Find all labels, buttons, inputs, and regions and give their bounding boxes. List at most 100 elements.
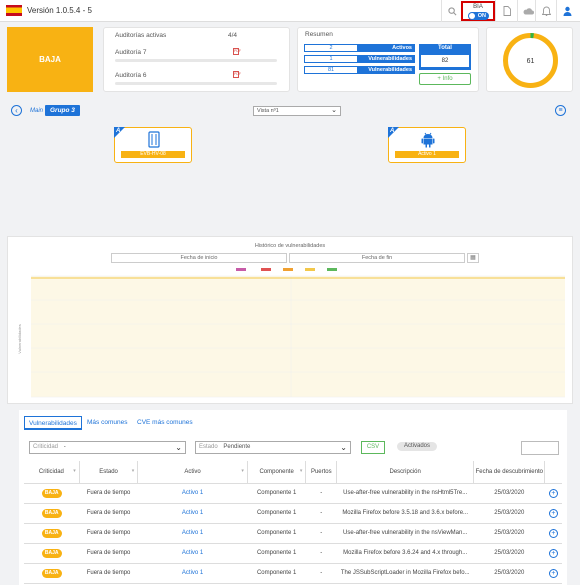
tab-vulnerabilities[interactable]: Vulnerabilidades xyxy=(24,416,82,430)
spain-flag-icon[interactable] xyxy=(6,5,22,16)
status-cell: Fuera de tiempo xyxy=(79,483,138,504)
back-arrow-icon[interactable]: ‹ xyxy=(11,105,22,116)
date-cell: 25/03/2020 xyxy=(473,543,545,564)
date-cell: 25/03/2020 xyxy=(473,563,545,584)
total-label: Total xyxy=(438,45,452,51)
column-header[interactable]: Criticidad ▾ xyxy=(24,461,80,484)
legend-swatch xyxy=(305,268,315,271)
start-date-field[interactable]: Fecha de inicio xyxy=(111,253,287,263)
total-value: 82 xyxy=(421,55,469,67)
expand-plus-icon[interactable]: + xyxy=(548,528,558,538)
activated-chip[interactable]: Activados xyxy=(397,442,437,451)
expand-plus-icon[interactable]: + xyxy=(548,548,558,558)
search-icon[interactable] xyxy=(441,0,463,22)
summary-row: 1 Vulnerabilidades xyxy=(304,55,415,63)
table-row[interactable]: BAJA Fuera de tiempo Activo 1 Componente… xyxy=(24,523,562,544)
active-audits-title: Auditorías activas xyxy=(115,32,167,39)
summary-title: Resumen xyxy=(305,31,333,38)
y-axis-label: Vulnerabilidades xyxy=(17,324,22,353)
status-cell: Fuera de tiempo xyxy=(79,543,138,564)
table-search-input[interactable] xyxy=(521,441,559,455)
audit-progress-bar xyxy=(115,82,277,85)
expand-plus-icon[interactable]: + xyxy=(548,568,558,578)
table-row[interactable]: BAJA Fuera de tiempo Activo 1 Componente… xyxy=(24,503,562,524)
bia-toggle-switch[interactable]: ON xyxy=(468,12,489,20)
column-header[interactable]: Descripción xyxy=(336,461,475,484)
table-row[interactable]: BAJA Fuera de tiempo Activo 1 Componente… xyxy=(24,483,562,504)
criticality-filter[interactable]: Criticidad - ⌄ xyxy=(29,441,186,454)
description-cell: Use-after-free vulnerability in the nsHt… xyxy=(336,483,474,504)
menu-icon[interactable]: ≡ xyxy=(555,105,566,116)
column-header[interactable]: Puertos xyxy=(305,461,338,484)
history-chart: Vulnerabilidades xyxy=(17,268,565,398)
asset-link[interactable]: Activo 1 xyxy=(182,510,203,516)
column-header[interactable]: Estado ▾ xyxy=(79,461,139,484)
status-filter-value: Pendiente xyxy=(223,444,251,450)
table-row[interactable]: BAJA Fuera de tiempo Activo 1 Componente… xyxy=(24,543,562,564)
view-select[interactable]: Vista nº1 ⌄ xyxy=(253,106,341,116)
calendar-icon[interactable]: ▦ xyxy=(467,253,479,263)
document-icon[interactable] xyxy=(495,0,517,22)
date-cell: 25/03/2020 xyxy=(473,503,545,524)
chart-plot-area xyxy=(31,276,565,397)
info-button[interactable]: + Info xyxy=(419,73,471,85)
asset-name: EVB-HV-08 xyxy=(121,151,185,158)
chevron-down-icon: ⌄ xyxy=(331,107,337,114)
asset-badge: A xyxy=(114,127,125,138)
summary-row-label: Vulnerabilidades xyxy=(368,67,412,73)
bia-toggle-box[interactable]: BIA ON xyxy=(461,1,495,21)
asset-link[interactable]: Activo 1 xyxy=(182,570,203,576)
end-date-field[interactable]: Fecha de fin xyxy=(289,253,465,263)
table-row[interactable]: BAJA Fuera de tiempo Activo 1 Componente… xyxy=(24,563,562,584)
audit-item-label[interactable]: Auditoría 7 xyxy=(115,49,146,56)
chart-legend xyxy=(236,268,337,271)
pdf-icon[interactable]: PDF xyxy=(233,71,241,78)
component-cell: Componente 1 xyxy=(247,523,306,544)
column-header[interactable]: Componente ▾ xyxy=(247,461,307,484)
description-cell: Mozilla Firefox before 3.6.24 and 4.x th… xyxy=(336,543,474,564)
summary-row-label: Activos xyxy=(392,45,412,51)
summary-row: 2 Activos xyxy=(304,44,415,52)
asset-link[interactable]: Activo 1 xyxy=(182,530,203,536)
tab-most-common[interactable]: Más comunes xyxy=(87,416,127,430)
user-icon[interactable] xyxy=(556,0,578,22)
active-audits-count: 4/4 xyxy=(228,32,238,39)
pdf-icon[interactable]: PDF xyxy=(233,48,241,55)
component-cell: Componente 1 xyxy=(247,563,306,584)
expand-plus-icon[interactable]: + xyxy=(548,508,558,518)
breadcrumb-group[interactable]: Grupo 3 xyxy=(45,105,80,116)
server-icon xyxy=(146,131,162,148)
ports-cell: - xyxy=(305,563,337,584)
status-filter[interactable]: Estado Pendiente ⌄ xyxy=(195,441,351,454)
asset-badge: A xyxy=(388,127,399,138)
status-cell: Fuera de tiempo xyxy=(79,503,138,524)
score-gauge: 61 xyxy=(503,33,558,88)
expand-plus-icon[interactable]: + xyxy=(548,488,558,498)
breadcrumb-main[interactable]: Main xyxy=(30,108,43,114)
date-cell: 25/03/2020 xyxy=(473,523,545,544)
criticality-badge: BAJA xyxy=(41,508,62,518)
component-cell: Componente 1 xyxy=(247,483,306,504)
legend-swatch xyxy=(327,268,337,271)
chevron-down-icon: ⌄ xyxy=(175,443,182,452)
criticality-badge: BAJA xyxy=(41,488,62,498)
description-cell: Mozilla Firefox before 3.5.18 and 3.6.x … xyxy=(336,503,474,524)
table-header-row: Criticidad ▾ Estado ▾ Activo ▾ Componente ▾ … xyxy=(24,461,562,484)
csv-button[interactable]: CSV xyxy=(361,441,385,454)
summary-row: 81 Vulnerabilidades xyxy=(304,66,415,74)
bell-icon[interactable] xyxy=(535,0,557,22)
description-cell: Use-after-free vulnerability in the nsVi… xyxy=(336,523,474,544)
score-gauge-card: 61 xyxy=(486,27,573,92)
summary-row-label: Vulnerabilidades xyxy=(368,56,412,62)
asset-link[interactable]: Activo 1 xyxy=(182,490,203,496)
audit-item-label[interactable]: Auditoría 6 xyxy=(115,72,146,79)
criticality-badge: BAJA xyxy=(41,528,62,538)
criticality-badge: BAJA xyxy=(41,568,62,578)
asset-card[interactable]: A EVB-HV-08 xyxy=(114,127,192,163)
tab-most-common-cve[interactable]: CVE más comunes xyxy=(137,416,193,430)
column-header[interactable]: Fecha de descubrimiento ▾ xyxy=(473,461,546,484)
status-cell: Fuera de tiempo xyxy=(79,563,138,584)
column-header[interactable]: Activo ▾ xyxy=(137,461,248,484)
asset-link[interactable]: Activo 1 xyxy=(182,550,203,556)
asset-card[interactable]: A Activo 1 xyxy=(388,127,466,163)
